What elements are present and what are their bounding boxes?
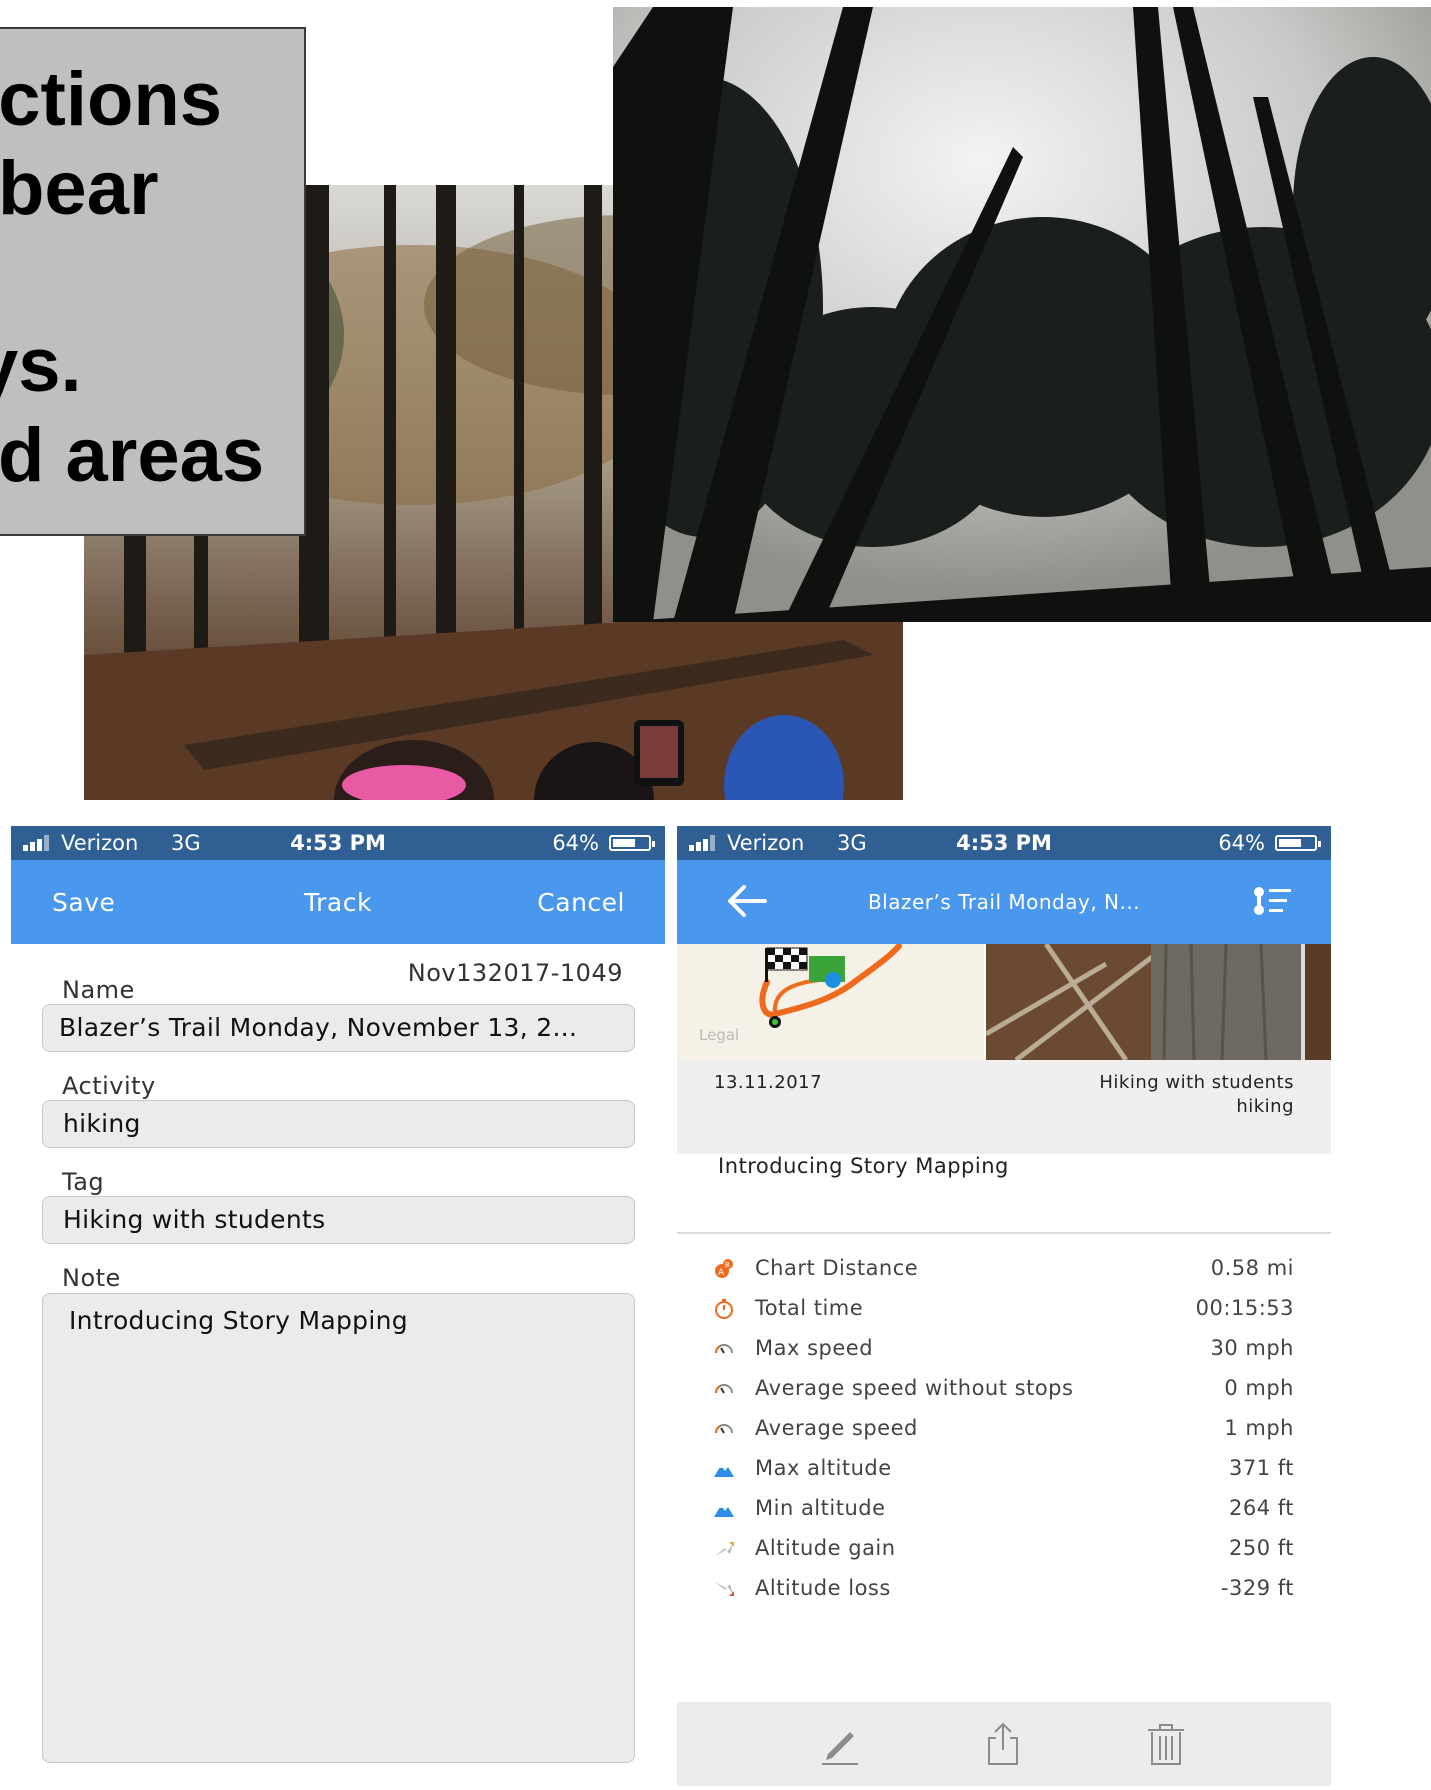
stat-row: Total time 00:15:53 [677, 1296, 1331, 1336]
tree-canopy-photo [613, 7, 1431, 622]
name-field[interactable]: Blazer’s Trail Monday, November 13, 2... [42, 1004, 635, 1052]
trash-icon[interactable] [1144, 1722, 1188, 1766]
activity-label: Activity [62, 1072, 156, 1100]
stopwatch-icon [713, 1298, 735, 1320]
stat-row: Min altitude 264 ft [677, 1496, 1331, 1536]
stat-label: Average speed [755, 1416, 918, 1440]
stat-label: Chart Distance [755, 1256, 919, 1280]
stat-row: Altitude gain 250 ft [677, 1536, 1331, 1576]
svg-text:B: B [725, 1261, 730, 1269]
track-tag: Hiking with students [1099, 1072, 1294, 1093]
tag-field[interactable]: Hiking with students [42, 1196, 635, 1244]
slide-caption-box: ections bear ys. d areas [0, 27, 306, 536]
nav-bar: Blazer’s Trail Monday, N... [677, 860, 1331, 944]
battery-icon [1275, 835, 1321, 851]
stat-value: -329 ft [1220, 1576, 1294, 1600]
share-icon[interactable] [981, 1722, 1025, 1766]
speedometer-icon [713, 1418, 735, 1440]
stat-value: 264 ft [1228, 1496, 1294, 1520]
track-activity: hiking [1236, 1096, 1294, 1117]
stat-value: 0 mph [1224, 1376, 1294, 1400]
track-photo-thumbnail[interactable] [986, 944, 1331, 1060]
battery-percent: 64% [552, 831, 599, 855]
bottom-toolbar [677, 1702, 1331, 1786]
caption-line-2: bear [0, 146, 159, 231]
stat-value: 250 ft [1228, 1536, 1294, 1560]
mountain-icon [713, 1498, 735, 1520]
battery-icon [609, 835, 655, 851]
track-id: Nov132017-1049 [407, 959, 623, 987]
cancel-button[interactable]: Cancel [537, 888, 625, 917]
stat-value: 30 mph [1210, 1336, 1294, 1360]
stat-row: Max speed 30 mph [677, 1336, 1331, 1376]
track-title: Blazer’s Trail Monday, N... [867, 890, 1141, 914]
name-label: Name [62, 976, 135, 1004]
activity-field[interactable]: hiking [42, 1100, 635, 1148]
stat-row: Altitude loss -329 ft [677, 1576, 1331, 1616]
stat-row: A B Chart Distance 0.58 mi [677, 1256, 1331, 1296]
stat-label: Min altitude [755, 1496, 886, 1520]
map-legal-link[interactable]: Legal [699, 1026, 739, 1044]
caption-line-4: ys. [0, 323, 82, 408]
track-edit-screen: Verizon 3G 4:53 PM 64% Save Track Cancel… [11, 826, 665, 1790]
caption-line-1: ections [0, 57, 223, 142]
stat-row: Average speed without stops 0 mph [677, 1376, 1331, 1416]
stat-row: Max altitude 371 ft [677, 1456, 1331, 1496]
arrow-down-icon [713, 1578, 735, 1600]
track-details-screen: Verizon 3G 4:53 PM 64% Blazer’s Trail Mo… [677, 826, 1331, 1790]
route-map-thumbnail[interactable]: Legal [677, 944, 984, 1060]
stat-label: Altitude loss [755, 1576, 891, 1600]
tag-label: Tag [62, 1168, 105, 1196]
stat-label: Total time [755, 1296, 864, 1320]
note-textarea[interactable]: Introducing Story Mapping [42, 1293, 635, 1763]
speedometer-icon [713, 1338, 735, 1360]
note-label: Note [62, 1264, 121, 1292]
stat-label: Average speed without stops [755, 1376, 1074, 1400]
distance-icon: AB [713, 1258, 735, 1280]
track-meta-band: 13.11.2017 Hiking with students hiking [677, 1060, 1331, 1154]
track-note: Introducing Story Mapping [718, 1154, 1009, 1178]
stat-value: 371 ft [1228, 1456, 1294, 1480]
stat-label: Max speed [755, 1336, 874, 1360]
stat-value: 00:15:53 [1195, 1296, 1294, 1320]
stat-label: Altitude gain [755, 1536, 896, 1560]
divider [677, 1232, 1331, 1234]
battery-percent: 64% [1218, 831, 1265, 855]
track-date: 13.11.2017 [714, 1072, 823, 1093]
svg-text:A: A [718, 1268, 725, 1278]
stat-value: 1 mph [1224, 1416, 1294, 1440]
edit-pencil-icon[interactable] [818, 1722, 862, 1766]
status-bar: Verizon 3G 4:53 PM 64% [677, 826, 1331, 860]
stat-value: 0.58 mi [1210, 1256, 1294, 1280]
mountain-icon [713, 1458, 735, 1480]
speedometer-icon [713, 1378, 735, 1400]
list-settings-icon[interactable] [1253, 884, 1293, 918]
caption-line-5: d areas [0, 413, 265, 498]
stat-label: Max altitude [755, 1456, 892, 1480]
save-button[interactable]: Save [52, 888, 115, 917]
stat-row: Average speed 1 mph [677, 1416, 1331, 1456]
nav-bar: Save Track Cancel [11, 860, 665, 944]
arrow-up-icon [713, 1538, 735, 1560]
status-bar: Verizon 3G 4:53 PM 64% [11, 826, 665, 860]
